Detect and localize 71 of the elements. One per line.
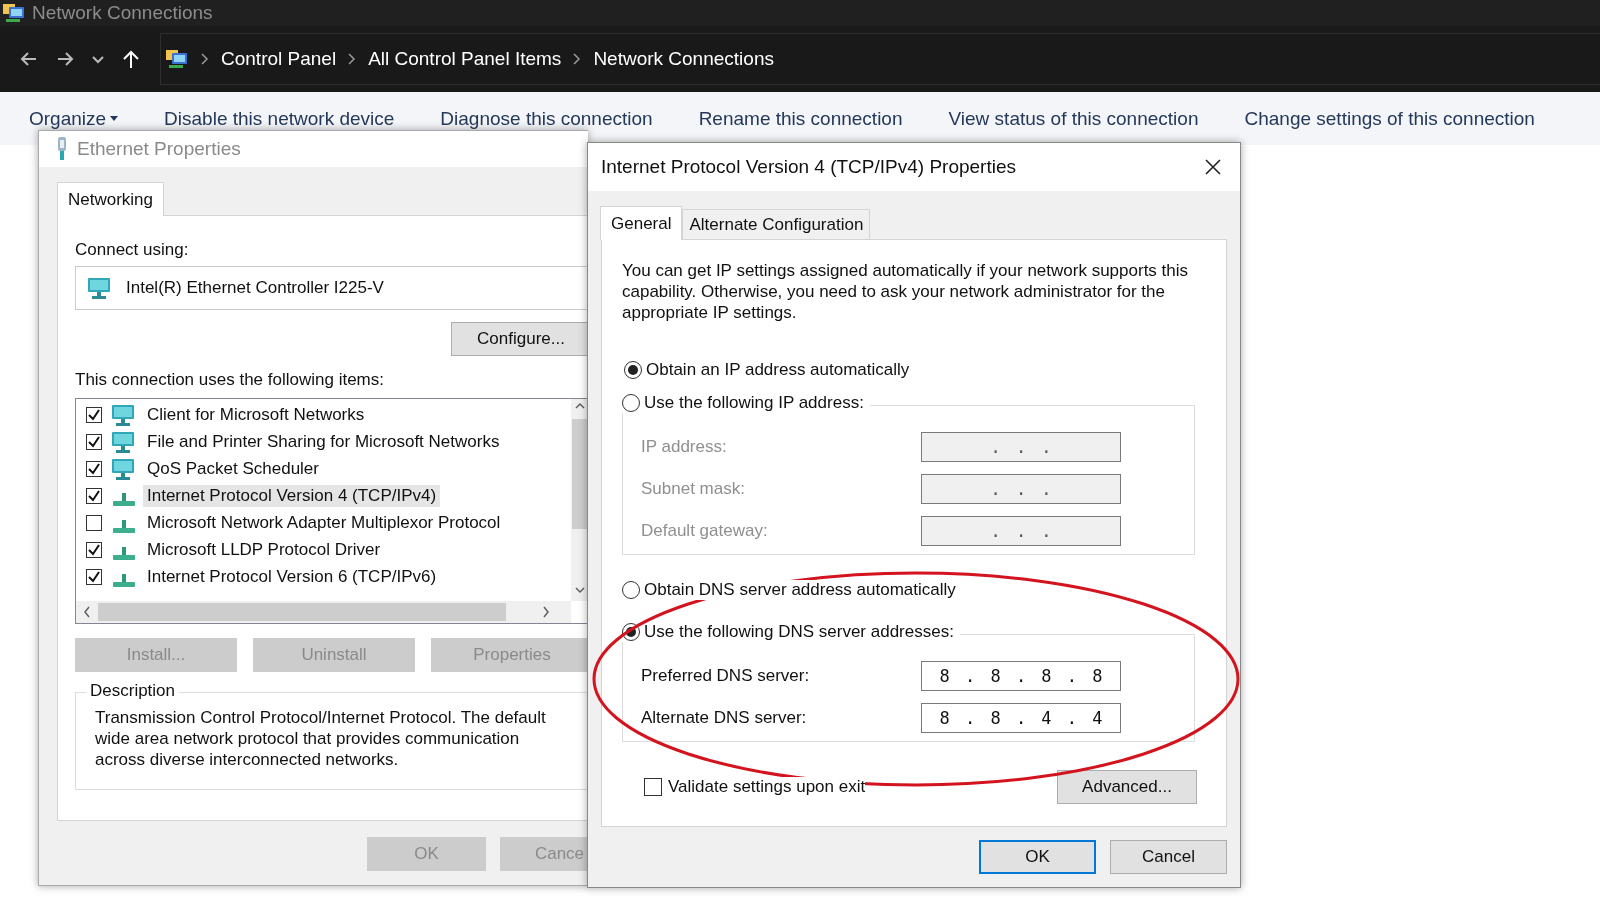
radio-button[interactable] xyxy=(622,581,640,599)
list-item[interactable]: Internet Protocol Version 6 (TCP/IPv6) xyxy=(143,565,441,588)
scrollbar[interactable] xyxy=(76,601,571,623)
group-title: Description xyxy=(86,681,180,701)
chevron-icon xyxy=(201,52,209,66)
dialog-button[interactable]: Cancel xyxy=(1110,840,1227,874)
advanced-button[interactable]: Advanced... xyxy=(1057,770,1197,804)
checkbox[interactable] xyxy=(86,541,102,558)
close-icon[interactable] xyxy=(1204,158,1222,176)
description-text: Transmission Control Protocol/Internet Protocol. The default wide area network protocol that provides communication across diverse interconnected networks. xyxy=(95,707,547,770)
dialog-title: Internet Protocol Version 4 (TCP/IPv4) Properties xyxy=(601,156,1016,178)
field-label: Alternate DNS server: xyxy=(641,708,808,728)
list-item[interactable]: QoS Packet Scheduler xyxy=(143,457,323,480)
checkbox[interactable] xyxy=(86,433,102,450)
tab[interactable]: General xyxy=(600,206,683,240)
option-label[interactable]: Obtain an IP address automatically xyxy=(646,360,910,380)
network-folder-icon xyxy=(165,48,189,70)
configure-button[interactable]: Configure... xyxy=(451,322,588,356)
command-link[interactable]: Organize xyxy=(29,107,119,130)
command-link[interactable]: Change settings of this connection xyxy=(1244,107,1535,130)
radio-button[interactable] xyxy=(622,394,640,412)
adapter-name: Intel(R) Ethernet Controller I225-V xyxy=(126,278,384,298)
option-label[interactable]: Use the following DNS server addresses: xyxy=(644,622,954,642)
list-item[interactable]: Microsoft Network Adapter Multiplexor Protocol xyxy=(143,511,505,534)
breadcrumb[interactable]: Network Connections xyxy=(593,48,774,70)
ip-address-field[interactable]: 8 . 8 . 8 . 8 xyxy=(921,661,1121,691)
tab[interactable]: Alternate Configuration xyxy=(682,209,871,239)
field-label: Default gateway: xyxy=(641,521,769,541)
dialog-title: Ethernet Properties xyxy=(77,138,241,160)
checkbox[interactable] xyxy=(644,778,662,796)
network-protocol-icon xyxy=(113,520,135,533)
field-label: Preferred DNS server: xyxy=(641,666,811,686)
checkbox[interactable] xyxy=(86,460,102,477)
field-label: IP address: xyxy=(641,437,728,457)
checkbox[interactable] xyxy=(86,514,102,531)
tab[interactable]: Networking xyxy=(57,182,165,216)
ip-address-field[interactable]: 8 . 8 . 4 . 4 xyxy=(921,703,1121,733)
scroll-left-icon[interactable] xyxy=(82,605,92,619)
field-label: Connect using: xyxy=(75,240,190,260)
checkbox-label[interactable]: Validate settings upon exit xyxy=(668,777,866,797)
window-title: Network Connections xyxy=(32,2,213,24)
list-item[interactable]: File and Printer Sharing for Microsoft Networks xyxy=(143,430,504,453)
list-item[interactable]: Microsoft LLDP Protocol Driver xyxy=(143,538,385,561)
field-label: Subnet mask: xyxy=(641,479,746,499)
option-label[interactable]: Use the following IP address: xyxy=(644,393,864,413)
command-link[interactable]: Disable this network device xyxy=(164,107,395,130)
command-link[interactable]: View status of this connection xyxy=(948,107,1199,130)
chevron-icon xyxy=(348,52,357,66)
dialog-button[interactable]: OK xyxy=(979,840,1096,874)
breadcrumb[interactable]: Control Panel xyxy=(221,48,337,70)
list-item[interactable]: Client for Microsoft Networks xyxy=(143,403,369,426)
chevron-icon xyxy=(573,52,582,66)
network-protocol-icon xyxy=(113,574,135,587)
ethernet-plug-icon xyxy=(55,136,69,162)
network-protocol-icon xyxy=(113,493,135,506)
command-link[interactable]: Diagnose this connection xyxy=(440,107,653,130)
caret-icon xyxy=(110,115,119,122)
list-item[interactable]: Internet Protocol Version 4 (TCP/IPv4) xyxy=(143,484,441,507)
address-field[interactable]: Control Panel All Control Panel Items Network Connections xyxy=(160,33,1600,85)
checkbox[interactable] xyxy=(86,568,102,585)
intro-text: You can get IP settings assigned automatically if your network supports this capability. Otherwise, you need to ask your network administrator for the appropriate IP settings. xyxy=(622,260,1190,323)
radio-button[interactable] xyxy=(624,361,642,379)
option-label[interactable]: Obtain DNS server address automatically xyxy=(644,580,956,600)
checkbox[interactable] xyxy=(86,406,102,423)
command-link[interactable]: Rename this connection xyxy=(698,107,903,130)
breadcrumb[interactable]: All Control Panel Items xyxy=(368,48,562,70)
field-label: This connection uses the following items: xyxy=(75,370,385,390)
scroll-right-icon[interactable] xyxy=(541,605,551,619)
network-folder-icon xyxy=(2,2,26,24)
network-protocol-icon xyxy=(113,547,135,560)
checkbox[interactable] xyxy=(86,487,102,504)
